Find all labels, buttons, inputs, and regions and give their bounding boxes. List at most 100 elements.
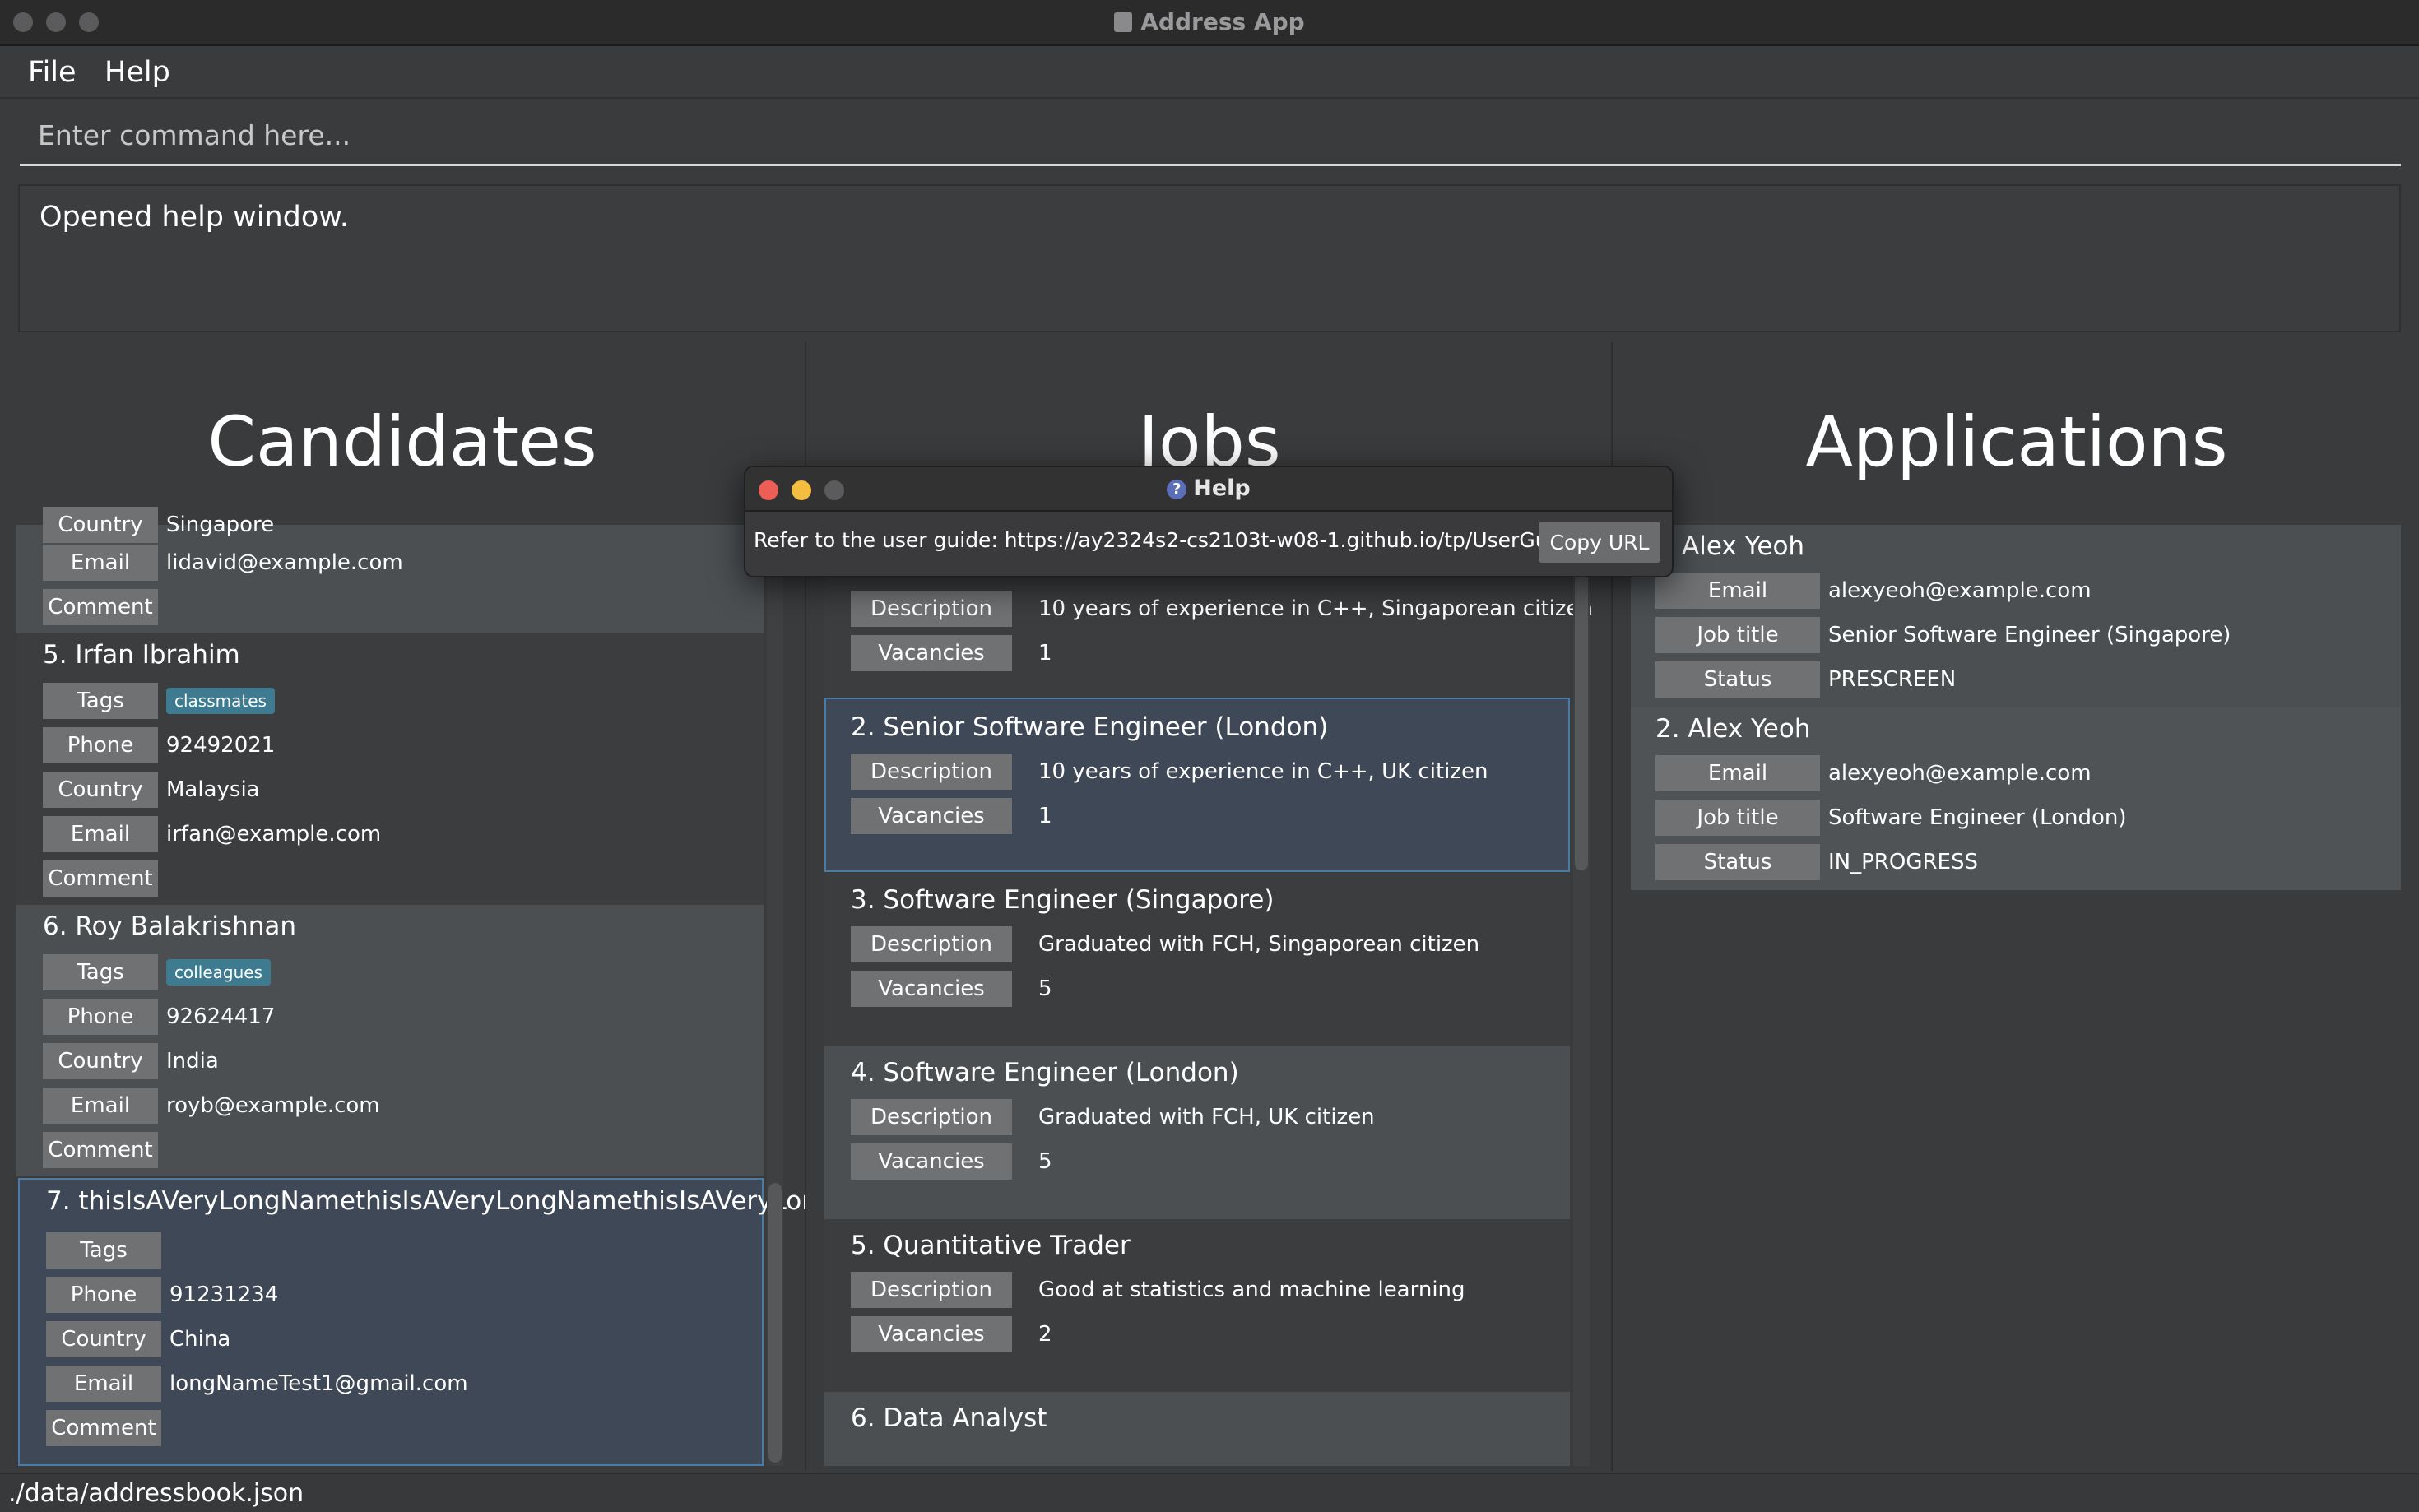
description-label: Description (851, 1272, 1012, 1308)
vacancies-label: Vacancies (851, 1316, 1012, 1352)
phone-label: Phone (43, 727, 158, 763)
job-title-label: Job title (1655, 617, 1820, 653)
menu-file[interactable]: File (28, 56, 77, 89)
vacancies-value: 1 (1038, 641, 1052, 666)
email-label: Email (46, 1366, 161, 1402)
description-value: 10 years of experience in C++, UK citize… (1038, 759, 1488, 784)
candidate-name: 7. thisIsAVeryLongNamethisIsAVeryLongNam… (46, 1186, 806, 1216)
country-value: India (166, 1049, 219, 1074)
menu-help[interactable]: Help (104, 56, 170, 89)
comment-button[interactable]: Comment (46, 1410, 161, 1446)
jobs-scrollbar[interactable] (1573, 525, 1590, 1466)
application-name: 2. Alex Yeoh (1655, 714, 1811, 744)
copy-url-button[interactable]: Copy URL (1539, 522, 1660, 563)
email-label: Email (1655, 755, 1820, 791)
job-title-label: Job title (1655, 800, 1820, 836)
description-value: Graduated with FCH, UK citizen (1038, 1105, 1375, 1129)
vacancies-value: 1 (1038, 804, 1052, 828)
command-input[interactable] (20, 107, 2401, 164)
tag-badge: classmates (166, 688, 275, 714)
comment-button[interactable]: Comment (43, 860, 158, 897)
job-card[interactable]: 3. Software Engineer (Singapore) Descrip… (824, 874, 1570, 1046)
email-value: longNameTest1@gmail.com (169, 1371, 468, 1396)
vacancies-label: Vacancies (851, 635, 1012, 671)
vacancies-label: Vacancies (851, 971, 1012, 1007)
description-label: Description (851, 754, 1012, 790)
job-title: 6. Data Analyst (851, 1403, 1047, 1433)
vacancies-label: Vacancies (851, 1143, 1012, 1180)
job-title: 4. Software Engineer (London) (851, 1058, 1239, 1088)
result-text: Opened help window. (39, 201, 349, 234)
candidates-title: Candidates (207, 401, 597, 482)
status-bar: ./data/addressbook.json (0, 1473, 2419, 1512)
help-title-text: Help (1193, 475, 1251, 501)
vacancies-value: 2 (1038, 1322, 1052, 1347)
job-card[interactable]: 4. Software Engineer (London) Descriptio… (824, 1046, 1570, 1219)
applications-panel: Applications Alex Yeoh Email alexyeoh@ex… (1614, 342, 2419, 1471)
applications-title: Applications (1805, 401, 2228, 482)
candidate-card[interactable]: 5. Irfan Ibrahim Tags classmates Phone 9… (16, 633, 764, 905)
candidate-name: 6. Roy Balakrishnan (43, 911, 297, 941)
help-message: Refer to the user guide: https://ay2324s… (754, 528, 1633, 552)
phone-value: 92624417 (166, 1004, 276, 1029)
email-value: alexyeoh@example.com (1828, 761, 2092, 786)
phone-value: 92492021 (166, 733, 276, 758)
candidates-panel: Candidates Country Singapore Email lidav… (0, 342, 806, 1471)
tag-badge: colleagues (166, 959, 272, 986)
email-value: alexyeoh@example.com (1828, 578, 2092, 603)
job-title-value: Software Engineer (London) (1828, 805, 2127, 830)
country-label: Country (46, 1321, 161, 1357)
tags-label: Tags (43, 954, 158, 990)
status-value: PRESCREEN (1828, 667, 1957, 692)
job-title: 3. Software Engineer (Singapore) (851, 885, 1275, 915)
email-value: irfan@example.com (166, 822, 382, 846)
application-card[interactable]: Alex Yeoh Email alexyeoh@example.com Job… (1631, 525, 2401, 707)
candidate-card[interactable]: 6. Roy Balakrishnan Tags colleagues Phon… (16, 905, 764, 1176)
application-card[interactable]: 2. Alex Yeoh Email alexyeoh@example.com … (1631, 707, 2401, 890)
description-label: Description (851, 926, 1012, 962)
description-value: Good at statistics and machine learning (1038, 1278, 1465, 1302)
phone-value: 91231234 (169, 1282, 279, 1307)
country-value: Malaysia (166, 777, 260, 802)
window-title-text: Address App (1140, 8, 1305, 35)
email-label: Email (43, 816, 158, 852)
email-value: royb@example.com (166, 1093, 380, 1118)
job-card[interactable]: 5. Quantitative Trader Description Good … (824, 1219, 1570, 1392)
email-value: lidavid@example.com (166, 550, 403, 575)
tags-label: Tags (43, 683, 158, 719)
description-label: Description (851, 1099, 1012, 1135)
help-titlebar: ? Help (745, 467, 1672, 512)
help-window: ? Help Refer to the user guide: https://a… (744, 466, 1674, 577)
status-label: Status (1655, 661, 1820, 698)
file-path: ./data/addressbook.json (8, 1479, 304, 1508)
comment-button[interactable]: Comment (43, 1132, 158, 1168)
help-question-icon: ? (1167, 480, 1187, 499)
country-value: Singapore (166, 513, 275, 537)
phone-label: Phone (46, 1277, 161, 1313)
candidate-name: 5. Irfan Ibrahim (43, 640, 240, 670)
window-title: Address App (0, 8, 2419, 35)
help-title: ? Help (745, 475, 1672, 501)
candidate-card-partial[interactable]: Country Singapore Email lidavid@example.… (16, 507, 764, 633)
status-label: Status (1655, 844, 1820, 880)
country-value: China (169, 1327, 231, 1352)
candidates-scrollbar[interactable] (767, 525, 783, 1466)
status-value: IN_PROGRESS (1828, 850, 1978, 874)
vacancies-value: 5 (1038, 1149, 1052, 1174)
comment-button[interactable]: Comment (43, 589, 158, 625)
app-icon (1114, 12, 1133, 32)
window-titlebar: Address App (0, 0, 2419, 46)
application-name: Alex Yeoh (1682, 531, 1805, 561)
candidate-card-selected[interactable]: 7. thisIsAVeryLongNamethisIsAVeryLongNam… (18, 1178, 805, 1466)
description-label: Description (851, 591, 1012, 627)
candidates-scroll-thumb[interactable] (768, 1183, 782, 1463)
description-value: 10 years of experience in C++, Singapore… (1038, 596, 1593, 621)
job-card-selected[interactable]: 2. Senior Software Engineer (London) Des… (824, 698, 1570, 872)
job-title-value: Senior Software Engineer (Singapore) (1828, 623, 2231, 647)
email-label: Email (1655, 573, 1820, 609)
job-title: 5. Quantitative Trader (851, 1231, 1131, 1260)
job-card[interactable]: 6. Data Analyst (824, 1392, 1570, 1466)
result-display: Opened help window. (18, 184, 2401, 332)
phone-label: Phone (43, 999, 158, 1035)
tags-label: Tags (46, 1232, 161, 1269)
